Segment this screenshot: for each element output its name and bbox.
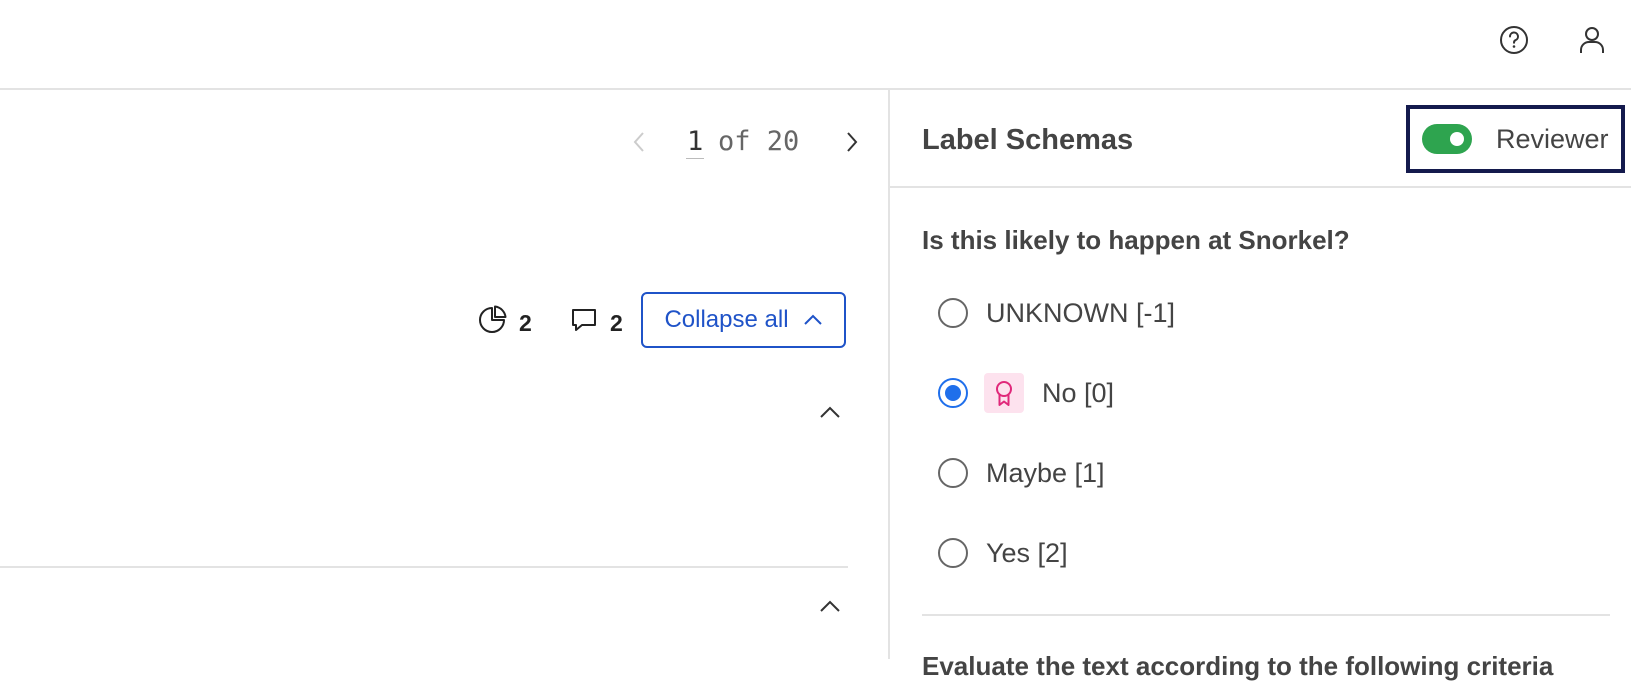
question-divider: [922, 614, 1610, 616]
option-no[interactable]: No [0]: [938, 373, 1114, 413]
option-label: Yes [2]: [986, 537, 1068, 568]
page-number-input[interactable]: 1: [686, 126, 705, 159]
toggle-switch[interactable]: [1422, 124, 1472, 154]
previous-page-icon[interactable]: [627, 128, 651, 156]
top-bar: [0, 0, 1631, 90]
reviewer-toggle[interactable]: Reviewer: [1406, 105, 1625, 173]
radio-button-selected[interactable]: [938, 378, 968, 408]
collapse-all-label: Collapse all: [664, 306, 789, 333]
option-yes[interactable]: Yes [2]: [938, 533, 1068, 573]
collapse-all-button[interactable]: Collapse all: [641, 292, 846, 348]
option-maybe[interactable]: Maybe [1]: [938, 453, 1105, 493]
pie-chart-icon: [477, 305, 507, 341]
radio-button[interactable]: [938, 458, 968, 488]
comment-icon: [570, 307, 598, 339]
comments-count: 2: [610, 309, 623, 336]
progress-stat[interactable]: 2: [477, 305, 532, 341]
award-ribbon-icon: [984, 373, 1024, 413]
chevron-up-icon: [803, 306, 823, 334]
option-label: No [0]: [1042, 377, 1115, 408]
next-question-title: Evaluate the text according to the follo…: [922, 651, 1554, 681]
section-collapse-chevron-up-icon[interactable]: [816, 402, 844, 422]
panel-title: Label Schemas: [922, 124, 1134, 156]
panel-header-divider: [888, 186, 1631, 188]
next-page-icon[interactable]: [840, 128, 864, 156]
reviewer-label: Reviewer: [1496, 123, 1609, 154]
pane-divider: [888, 90, 890, 659]
option-unknown[interactable]: UNKNOWN [-1]: [938, 293, 1175, 333]
section-divider: [0, 566, 848, 568]
toggle-knob: [1450, 132, 1464, 146]
help-icon[interactable]: [1496, 22, 1532, 58]
page-total: of 20: [718, 126, 800, 157]
comments-stat[interactable]: 2: [570, 305, 623, 341]
option-label: Maybe [1]: [986, 457, 1105, 488]
progress-count: 2: [519, 309, 532, 336]
radio-button[interactable]: [938, 298, 968, 328]
user-icon[interactable]: [1574, 22, 1610, 58]
radio-button[interactable]: [938, 538, 968, 568]
option-label: UNKNOWN [-1]: [986, 297, 1175, 328]
section-collapse-chevron-up-icon[interactable]: [816, 596, 844, 616]
pager: 1 of 20: [0, 122, 888, 162]
question-title: Is this likely to happen at Snorkel?: [922, 225, 1350, 255]
